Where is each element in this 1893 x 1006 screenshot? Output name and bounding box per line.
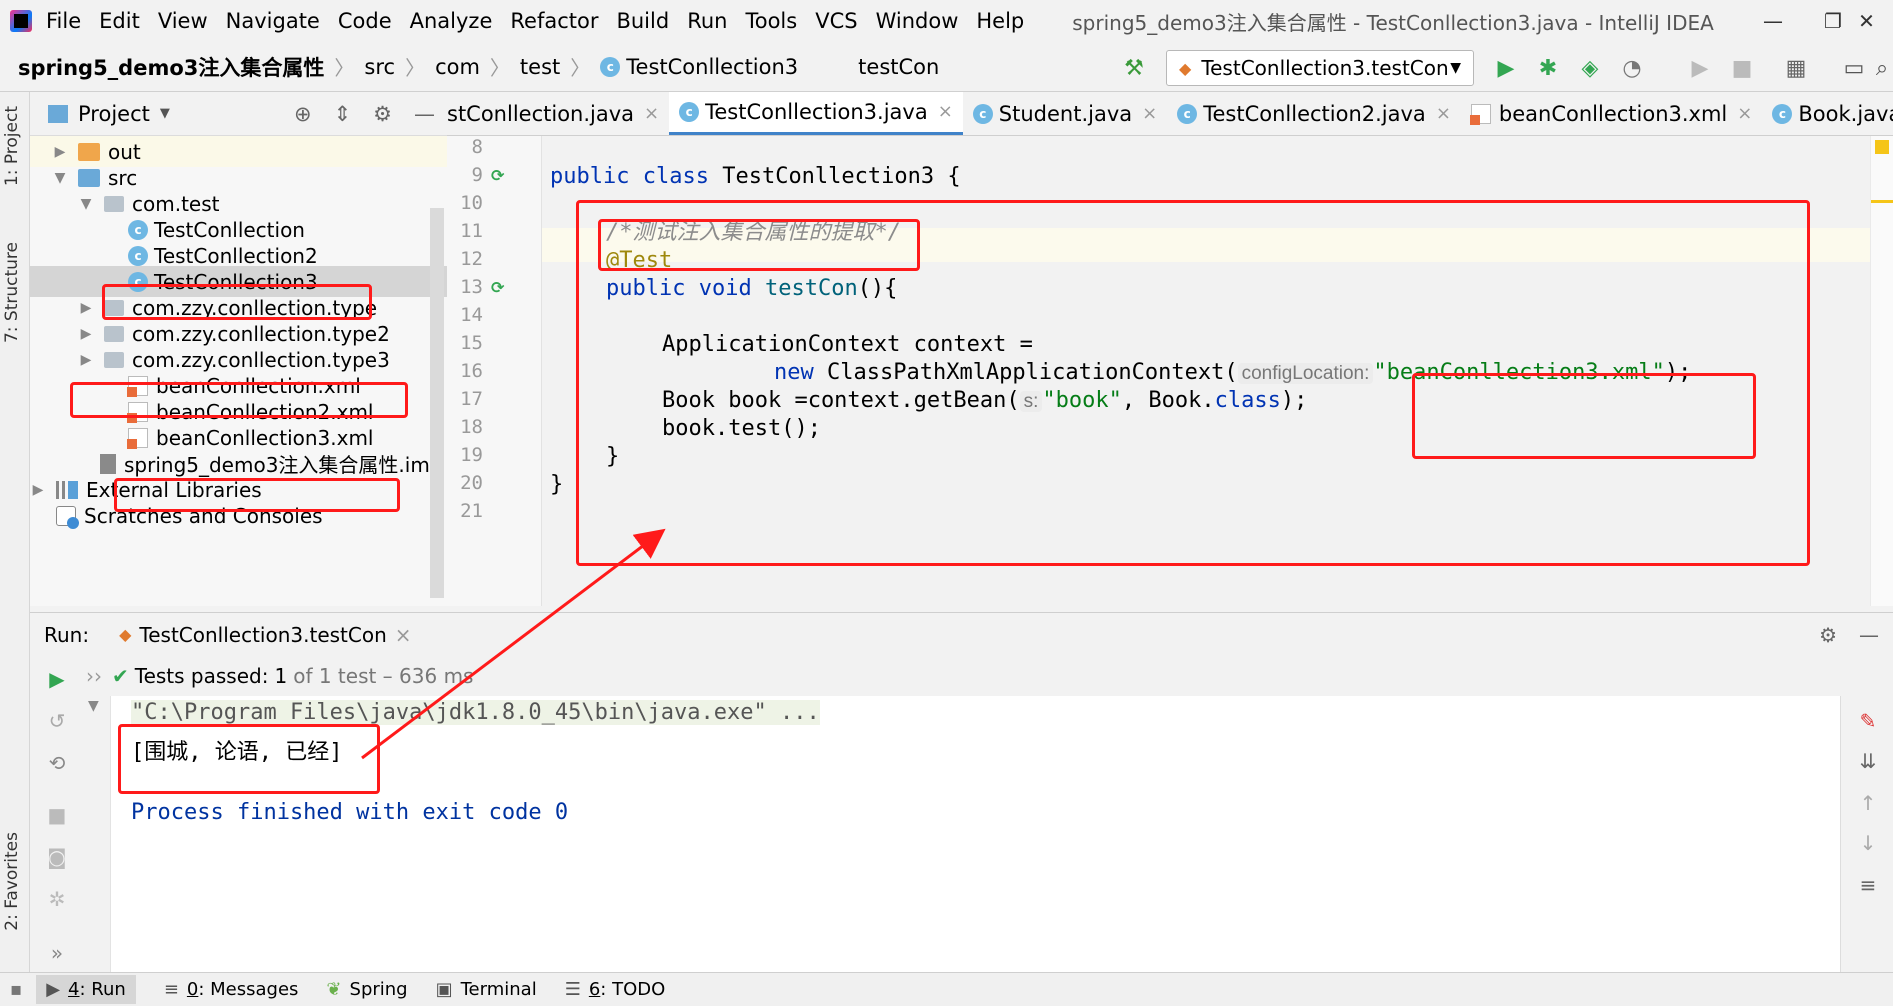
annotation-arrow <box>361 528 666 760</box>
